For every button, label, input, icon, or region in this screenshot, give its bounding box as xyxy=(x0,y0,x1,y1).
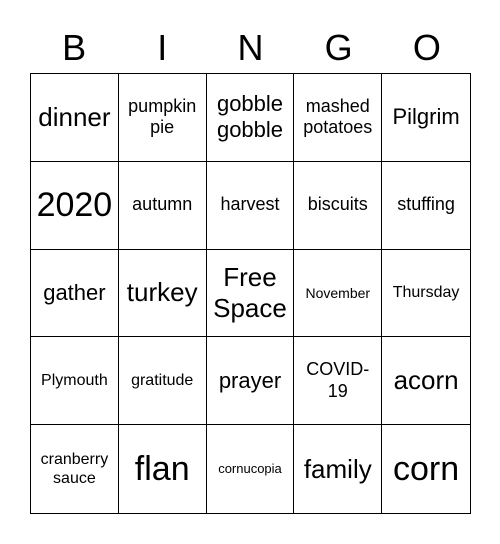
bingo-cell: stuffing xyxy=(382,162,470,250)
bingo-cell: cornucopia xyxy=(207,425,295,513)
header-letter-n: N xyxy=(237,27,264,68)
bingo-cell: harvest xyxy=(206,161,295,250)
bingo-cell: biscuits xyxy=(294,161,383,250)
bingo-cell: COVID-19 xyxy=(294,337,383,426)
bingo-cell: gather xyxy=(31,249,119,338)
bingo-cell: corn xyxy=(393,449,460,488)
header-letter-b: B xyxy=(62,27,87,68)
bingo-cell: 2020 xyxy=(31,161,119,250)
bingo-cell: Plymouth xyxy=(31,337,119,426)
bingo-cell: prayer xyxy=(206,337,295,426)
bingo-cell: gobble gobble xyxy=(206,74,295,162)
bingo-cell: pumpkin pie xyxy=(118,74,207,162)
bingo-cell: Pilgrim xyxy=(382,74,470,162)
bingo-cell: November xyxy=(294,249,383,338)
bingo-cell: gratitude xyxy=(118,337,207,426)
bingo-cell: autumn xyxy=(118,161,207,250)
bingo-header: B I N G O xyxy=(30,24,471,72)
bingo-grid: dinner pumpkin pie gobble gobble mashed … xyxy=(30,73,471,514)
bingo-cell: flan xyxy=(119,425,207,513)
header-letter-i: I xyxy=(157,27,168,68)
bingo-cell: acorn xyxy=(382,337,470,426)
free-space-cell: Free Space xyxy=(206,249,295,338)
bingo-cell: family xyxy=(294,425,383,513)
bingo-cell: dinner xyxy=(31,74,119,162)
bingo-cell: turkey xyxy=(118,249,207,338)
bingo-cell: cranberry sauce xyxy=(31,425,119,513)
header-letter-o: O xyxy=(412,27,441,68)
bingo-cell: mashed potatoes xyxy=(294,74,383,162)
bingo-cell: Thursday xyxy=(382,250,470,338)
header-letter-g: G xyxy=(324,27,353,68)
